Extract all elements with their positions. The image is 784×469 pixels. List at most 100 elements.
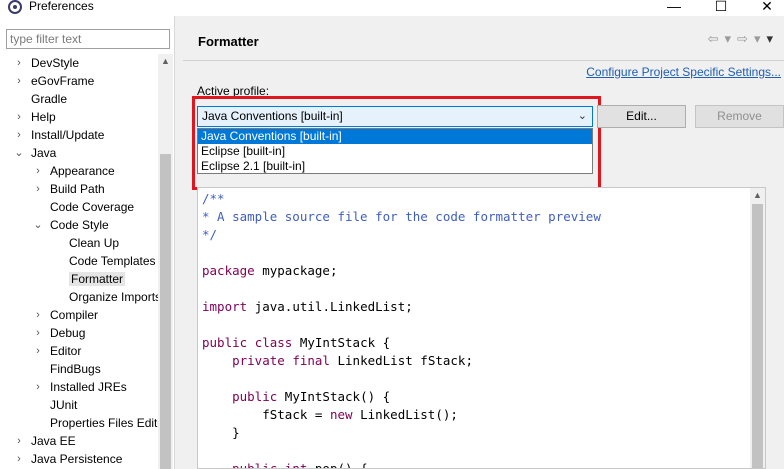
tree-item-label: Gradle (31, 92, 68, 106)
tree-item[interactable]: JUnit (33, 396, 77, 414)
minimize-button[interactable]: — (664, 0, 684, 14)
code-line: */ (202, 227, 218, 242)
tree-item[interactable]: Code Coverage (33, 198, 134, 216)
tree-item-label: Clean Up (69, 236, 120, 250)
chevron-right-icon[interactable]: › (14, 432, 24, 450)
remove-button[interactable]: Remove (695, 105, 784, 128)
tree-item-label: Organize Imports (69, 290, 158, 304)
chevron-right-icon[interactable]: › (33, 378, 43, 396)
forward-menu-icon[interactable]: ▾ (754, 31, 767, 46)
tree-item[interactable]: › Build Path (33, 180, 105, 198)
chevron-right-icon[interactable]: › (33, 306, 43, 324)
tree-item[interactable]: › Java Persistence (14, 450, 122, 468)
formatter-page: Formatter ⇦▾⇨▾▾ Configure Project Specif… (183, 16, 784, 469)
code-line: public MyIntStack() { (232, 389, 391, 404)
tree-item[interactable]: Organize Imports (52, 288, 158, 306)
configure-project-settings-link[interactable]: Configure Project Specific Settings... (586, 65, 781, 79)
tree-item[interactable]: › Appearance (33, 162, 115, 180)
chevron-right-icon[interactable]: › (14, 126, 24, 144)
code-line: package mypackage; (202, 263, 338, 278)
edit-button[interactable]: Edit... (597, 105, 686, 128)
chevron-right-icon[interactable]: › (14, 108, 24, 126)
tree-item[interactable]: ⌄ Code Style (33, 216, 109, 234)
tree-item-label: DevStyle (31, 56, 80, 70)
preview-scrollbar[interactable]: ▲ (750, 188, 765, 468)
pane-divider[interactable] (175, 16, 183, 469)
maximize-button[interactable]: ☐ (711, 0, 731, 14)
tree-item-label: JUnit (50, 398, 78, 412)
filter-input[interactable]: type filter text (6, 29, 170, 49)
tree-item-label: Code Templates (69, 254, 156, 268)
code-line: import java.util.LinkedList; (202, 299, 413, 314)
chevron-right-icon[interactable]: › (33, 342, 43, 360)
preferences-tree: › DevStyle › eGovFrame Gradle › Help › Install/U… (0, 54, 158, 469)
tree-item-label: Compiler (50, 308, 99, 322)
tree-item[interactable]: › Java EE (14, 432, 76, 450)
page-title: Formatter (198, 34, 259, 49)
window-title: Preferences (29, 0, 94, 13)
scroll-up-icon[interactable]: ▲ (750, 188, 765, 202)
tree-item[interactable]: Properties Files Editor (33, 414, 158, 432)
tree-item-label: Java Persistence (31, 452, 123, 466)
close-button[interactable]: ✕ (757, 0, 777, 14)
tree-item-label: Editor (50, 344, 82, 358)
eclipse-icon (8, 0, 22, 14)
tree-item-label: Properties Files Editor (50, 416, 158, 430)
tree-item[interactable]: › Installed JREs (33, 378, 127, 396)
back-icon[interactable]: ⇦ (708, 31, 725, 46)
tree-item[interactable]: Gradle (14, 90, 67, 108)
code-line: } (232, 425, 240, 440)
tree-item-label: Java (31, 146, 57, 160)
view-menu-icon[interactable]: ▾ (766, 31, 779, 46)
chevron-right-icon[interactable]: › (14, 450, 24, 468)
forward-icon[interactable]: ⇨ (737, 31, 754, 46)
tree-item[interactable]: Formatter (52, 270, 126, 288)
tree-item[interactable]: FindBugs (33, 360, 101, 378)
chevron-right-icon[interactable]: › (33, 162, 43, 180)
code-line: * A sample source file for the code form… (202, 209, 601, 224)
tree-item[interactable]: ⌄ Java (14, 144, 56, 162)
tree-item-label: Java EE (31, 434, 76, 448)
scroll-up-icon[interactable]: ▲ (158, 54, 173, 68)
chevron-down-icon[interactable]: ⌄ (33, 216, 43, 234)
code-line: public int pop() { (232, 461, 368, 469)
chevron-right-icon[interactable]: › (33, 324, 43, 342)
code-preview: /** * A sample source file for the code f… (197, 187, 766, 469)
tree-item[interactable]: › Compiler (33, 306, 98, 324)
tree-item[interactable]: › eGovFrame (14, 72, 94, 90)
chevron-right-icon[interactable]: › (33, 180, 43, 198)
tree-item-label: FindBugs (50, 362, 101, 376)
tree-item[interactable]: › DevStyle (14, 54, 79, 72)
scroll-thumb[interactable] (752, 204, 763, 468)
tree-item-label: Formatter (69, 272, 126, 286)
tree-scrollbar[interactable]: ▲ (158, 54, 173, 469)
tree-item-label: eGovFrame (31, 74, 95, 88)
tree-item-label: Debug (50, 326, 86, 340)
tree-item[interactable]: Code Templates (52, 252, 156, 270)
preferences-sidebar: type filter text › DevStyle › eGovFrame Grad… (0, 16, 175, 469)
chevron-down-icon[interactable]: ⌄ (14, 144, 24, 162)
tree-item-label: Code Style (50, 218, 109, 232)
tree-item[interactable]: › Help (14, 108, 56, 126)
preview-code: /** * A sample source file for the code f… (202, 190, 601, 469)
tree-item-label: Code Coverage (50, 200, 135, 214)
tree-item[interactable]: › Editor (33, 342, 81, 360)
tree-item[interactable]: › Debug (33, 324, 85, 342)
scroll-thumb[interactable] (160, 154, 171, 469)
chevron-right-icon[interactable]: › (14, 72, 24, 90)
title-bar: Preferences — ☐ ✕ (0, 0, 784, 16)
tree-item-label: Installed JREs (50, 380, 127, 394)
tree-item[interactable]: › Install/Update (14, 126, 104, 144)
back-menu-icon[interactable]: ▾ (725, 31, 738, 46)
tree-item-label: Help (31, 110, 56, 124)
tree-item[interactable]: Clean Up (52, 234, 119, 252)
tree-item-label: Build Path (50, 182, 105, 196)
tree-item-label: Appearance (50, 164, 115, 178)
chevron-right-icon[interactable]: › (14, 54, 24, 72)
page-navigation: ⇦▾⇨▾▾ (708, 31, 779, 47)
